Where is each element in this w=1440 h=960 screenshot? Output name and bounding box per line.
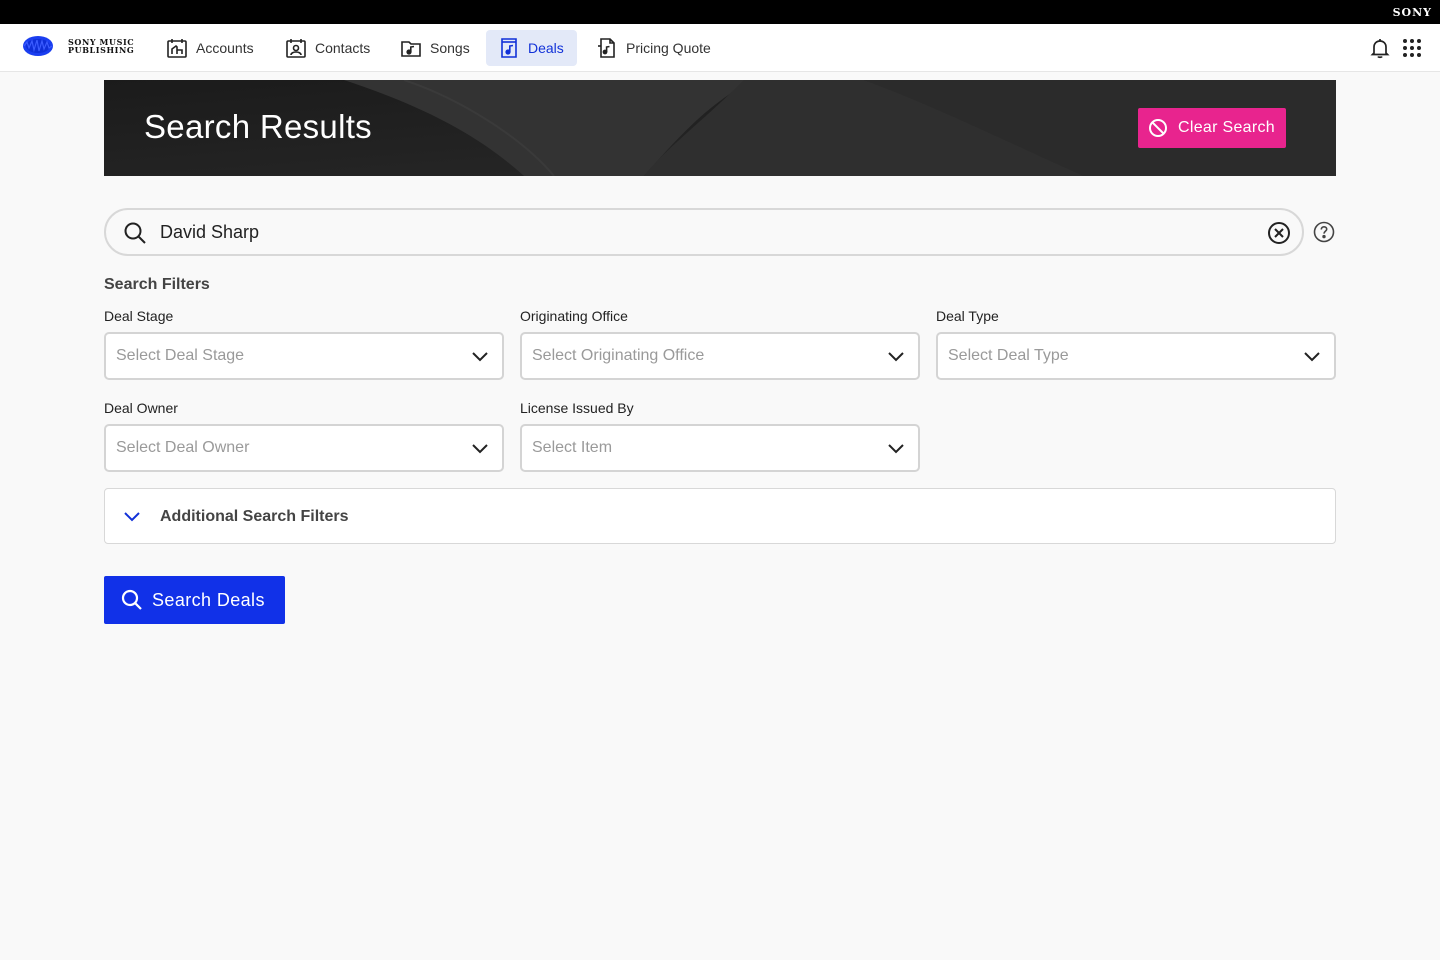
sony-music-publishing-logo[interactable]: SONY MUSIC PUBLISHING xyxy=(22,35,134,57)
contact-card-icon xyxy=(286,39,306,58)
deal-stage-label: Deal Stage xyxy=(104,308,174,324)
chevron-down-icon xyxy=(888,444,904,454)
deal-owner-label: Deal Owner xyxy=(104,400,178,416)
nav-item-deals[interactable]: Deals xyxy=(486,30,577,66)
brand-wordmark: SONY MUSIC PUBLISHING xyxy=(68,38,134,54)
deal-stage-placeholder: Select Deal Stage xyxy=(116,347,245,364)
help-icon[interactable] xyxy=(1313,221,1335,243)
block-icon xyxy=(1149,119,1167,137)
search-filters-heading: Search Filters xyxy=(104,276,210,293)
sony-logo: SONY xyxy=(1392,6,1432,19)
originating-office-label: Originating Office xyxy=(520,308,628,324)
clear-search-button[interactable]: Clear Search xyxy=(1138,108,1286,148)
search-deals-label: Search Deals xyxy=(152,589,265,610)
search-results-banner: Search Results Clear Search xyxy=(104,80,1336,176)
search-icon xyxy=(121,589,142,610)
chevron-down-icon xyxy=(888,352,904,362)
license-issued-by-placeholder: Select Item xyxy=(532,439,613,456)
deal-type-placeholder: Select Deal Type xyxy=(948,347,1069,364)
nav-label-deals: Deals xyxy=(528,40,564,56)
page-title: Search Results xyxy=(144,108,372,145)
nav-label-pricing-quote: Pricing Quote xyxy=(626,40,711,56)
chevron-down-icon xyxy=(472,352,488,362)
chevron-down-icon xyxy=(472,444,488,454)
clear-input-icon[interactable] xyxy=(1266,220,1292,246)
deal-stage-select[interactable]: Select Deal Stage xyxy=(104,332,504,380)
brand-mark-icon xyxy=(23,36,53,56)
bell-icon[interactable] xyxy=(1368,36,1392,60)
search-deals-button[interactable]: Search Deals xyxy=(104,576,285,624)
search-input[interactable]: David Sharp xyxy=(104,208,1304,256)
music-folder-icon xyxy=(401,41,421,57)
originating-office-placeholder: Select Originating Office xyxy=(532,347,705,364)
additional-search-filters-label: Additional Search Filters xyxy=(160,508,349,525)
nav-item-pricing-quote[interactable]: Pricing Quote xyxy=(584,30,723,66)
sony-top-bar: SONY xyxy=(0,0,1440,24)
search-icon xyxy=(124,222,146,244)
main-nav: SONY MUSIC PUBLISHING Accounts Contacts … xyxy=(0,24,1440,72)
chevron-down-icon xyxy=(1304,352,1320,362)
nav-label-contacts: Contacts xyxy=(315,40,371,56)
music-document-icon xyxy=(501,38,517,58)
additional-search-filters-accordion[interactable]: Additional Search Filters xyxy=(104,488,1336,544)
brand-line-2: PUBLISHING xyxy=(68,45,135,55)
nav-item-contacts[interactable]: Contacts xyxy=(273,30,382,66)
search-input-value[interactable]: David Sharp xyxy=(160,222,259,243)
deal-type-select[interactable]: Select Deal Type xyxy=(936,332,1336,380)
chevron-down-icon xyxy=(124,512,140,522)
deal-owner-select[interactable]: Select Deal Owner xyxy=(104,424,504,472)
license-issued-by-label: License Issued By xyxy=(520,400,634,416)
pricing-document-icon xyxy=(598,38,615,58)
nav-label-songs: Songs xyxy=(430,40,470,56)
nav-label-accounts: Accounts xyxy=(196,40,254,56)
app-grid-icon[interactable] xyxy=(1400,36,1424,60)
deal-type-label: Deal Type xyxy=(936,308,999,324)
clear-search-label: Clear Search xyxy=(1178,119,1275,136)
originating-office-select[interactable]: Select Originating Office xyxy=(520,332,920,380)
calendar-building-icon xyxy=(167,39,187,58)
nav-item-accounts[interactable]: Accounts xyxy=(154,30,266,66)
deal-owner-placeholder: Select Deal Owner xyxy=(116,439,250,456)
license-issued-by-select[interactable]: Select Item xyxy=(520,424,920,472)
nav-item-songs[interactable]: Songs xyxy=(388,30,482,66)
